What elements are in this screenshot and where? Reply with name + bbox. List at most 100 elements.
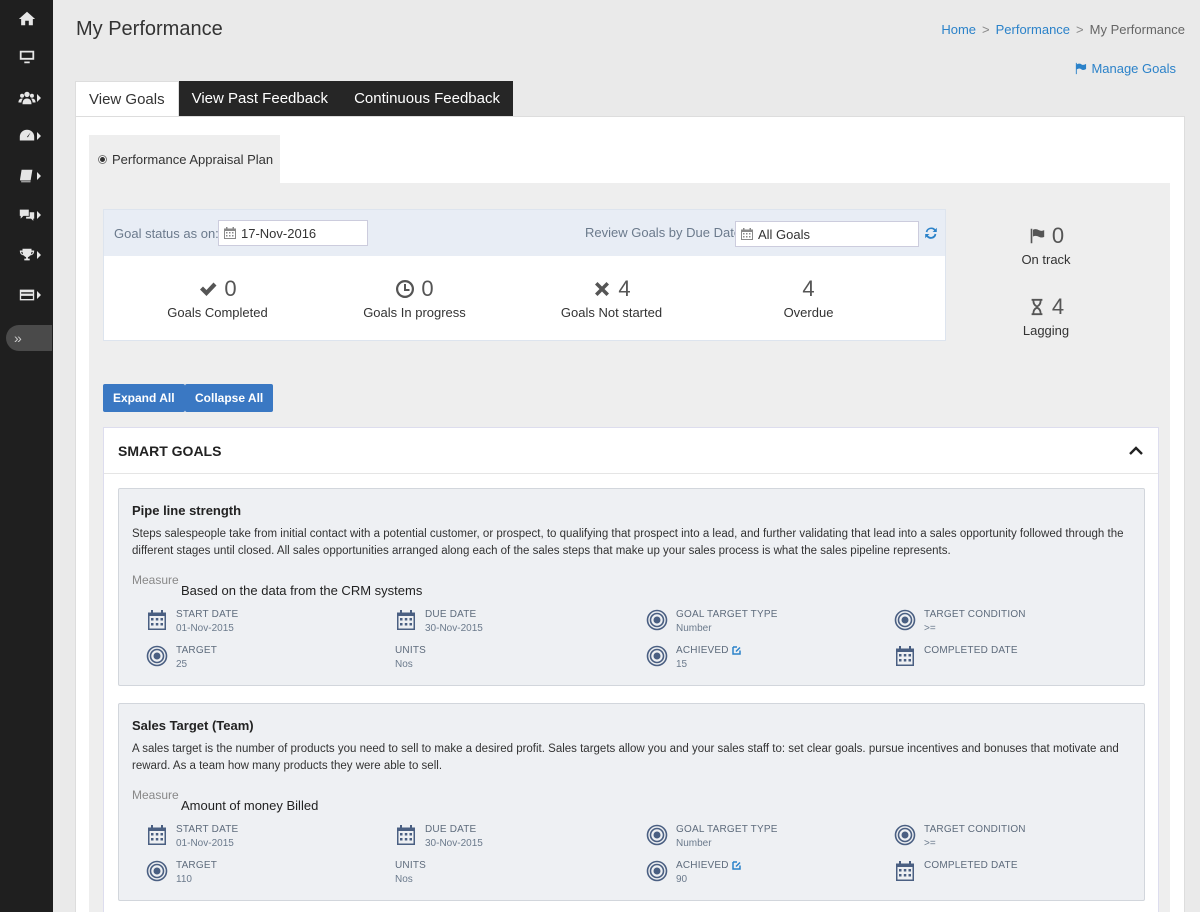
calendar-icon: [741, 228, 753, 240]
page-title: My Performance: [76, 18, 223, 40]
sidebar-item-users[interactable]: [0, 79, 53, 117]
calendar-icon: [896, 861, 914, 881]
field-achieved: ACHIEVED 15: [646, 645, 741, 670]
calendar-icon: [397, 610, 415, 630]
target-icon: [646, 609, 668, 631]
field-goal-target-type: GOAL TARGET TYPE Number: [646, 609, 778, 634]
field-units: UNITS Nos: [395, 860, 426, 885]
field-label: DUE DATE: [425, 609, 477, 620]
field-label: START DATE: [176, 609, 239, 620]
field-value: 25: [176, 659, 188, 670]
measure-label: Measure: [132, 788, 179, 802]
card-icon: [19, 289, 34, 301]
stat-goals-completed: 0 Goals Completed: [119, 256, 316, 340]
achieved-label: ACHIEVED: [676, 645, 729, 656]
goal-status-date-input[interactable]: 17-Nov-2016: [218, 220, 368, 246]
field-start-date: START DATE 01-Nov-2015: [146, 824, 238, 849]
sidebar-toggle-button[interactable]: »: [6, 325, 52, 351]
stat-goals-in-progress: 0 Goals In progress: [316, 256, 513, 340]
breadcrumb-performance-link[interactable]: Performance: [996, 22, 1070, 37]
hourglass-icon: [1031, 298, 1043, 316]
review-goals-label: Review Goals by Due Date:: [585, 225, 745, 240]
breadcrumb-home-link[interactable]: Home: [941, 22, 976, 37]
x-icon: [595, 282, 610, 296]
chevron-up-icon[interactable]: [1128, 443, 1144, 459]
manage-goals-link[interactable]: Manage Goals: [1074, 61, 1176, 76]
smart-goals-title: SMART GOALS: [118, 442, 222, 459]
stat-count: 0: [224, 276, 237, 301]
breadcrumb-separator: >: [982, 22, 990, 37]
field-units: UNITS Nos: [395, 645, 426, 670]
calendar-icon: [397, 825, 415, 845]
collapse-all-button[interactable]: Collapse All: [185, 384, 274, 412]
chat-icon: [19, 209, 34, 221]
field-goal-target-type: GOAL TARGET TYPE Number: [646, 824, 778, 849]
field-value: Nos: [395, 659, 413, 670]
expand-all-button[interactable]: Expand All: [103, 384, 185, 412]
sidebar-item-monitor[interactable]: [0, 38, 53, 76]
calendar-icon: [224, 227, 236, 239]
measure-value: Based on the data from the CRM systems: [181, 583, 423, 598]
field-label: GOAL TARGET TYPE: [676, 609, 778, 620]
plan-radio[interactable]: [98, 154, 107, 164]
field-label: UNITS: [395, 645, 426, 656]
sidebar-item-trophy[interactable]: [0, 236, 53, 274]
sidebar-item-card[interactable]: [0, 276, 53, 314]
main-panel: Performance Appraisal Plan Goal status a…: [75, 116, 1185, 912]
measure-label: Measure: [132, 573, 179, 587]
goal-status-box: Goal status as on: 17-Nov-2016 Review Go…: [103, 209, 946, 341]
breadcrumb: Home > Performance > My Performance: [941, 22, 1185, 37]
stat-label: Lagging: [1022, 323, 1070, 338]
tab-continuous-feedback[interactable]: Continuous Feedback: [341, 81, 513, 117]
field-value: 90: [676, 874, 688, 885]
sidebar: »: [0, 0, 53, 912]
users-icon: [17, 91, 36, 105]
sidebar-item-book[interactable]: [0, 157, 53, 195]
field-value: 30-Nov-2015: [425, 623, 483, 634]
target-icon: [646, 860, 668, 882]
field-completed-date: COMPLETED DATE: [894, 645, 1018, 667]
edit-icon[interactable]: [731, 646, 741, 655]
smart-goals-header[interactable]: SMART GOALS: [104, 428, 1158, 474]
goal-status-header: Goal status as on: 17-Nov-2016 Review Go…: [104, 210, 945, 256]
field-label: COMPLETED DATE: [924, 645, 1018, 656]
flag-icon: [1030, 228, 1045, 244]
book-icon: [19, 169, 32, 183]
plan-tab-performance-appraisal[interactable]: Performance Appraisal Plan: [89, 135, 280, 183]
goal-description: A sales target is the number of products…: [132, 743, 1119, 772]
stat-label: Goals Completed: [167, 305, 268, 320]
stat-count: 0: [1051, 223, 1065, 248]
breadcrumb-current: My Performance: [1089, 22, 1185, 37]
home-icon: [18, 11, 35, 26]
field-label: TARGET: [176, 645, 218, 656]
field-value: Number: [676, 838, 712, 849]
field-label: START DATE: [176, 824, 239, 835]
tab-view-goals[interactable]: View Goals: [75, 81, 179, 117]
refresh-icon[interactable]: [924, 226, 938, 240]
field-completed-date: COMPLETED DATE: [894, 860, 1018, 882]
field-label: ACHIEVED: [676, 645, 741, 656]
field-value: Number: [676, 623, 712, 634]
field-value: Nos: [395, 874, 413, 885]
goal-title: Sales Target (Team): [132, 718, 254, 733]
field-achieved: ACHIEVED 90: [646, 860, 741, 885]
edit-icon[interactable]: [731, 861, 741, 870]
goal-description: Steps salespeople take from initial cont…: [132, 528, 1124, 557]
field-due-date: DUE DATE 30-Nov-2015: [395, 609, 483, 634]
sidebar-item-chat[interactable]: [0, 196, 53, 234]
stat-on-track: 0 On track: [986, 223, 1106, 267]
target-icon: [646, 824, 668, 846]
sidebar-item-dashboard[interactable]: [0, 117, 53, 155]
tab-bar: View Goals View Past Feedback Continuous…: [75, 81, 513, 117]
stat-count: 0: [421, 276, 434, 301]
field-value: 110: [176, 874, 192, 885]
field-due-date: DUE DATE 30-Nov-2015: [395, 824, 483, 849]
review-goals-select[interactable]: All Goals: [735, 221, 919, 247]
tab-view-past-feedback[interactable]: View Past Feedback: [178, 81, 342, 117]
trophy-icon: [19, 248, 34, 261]
stat-goals-not-started: 4 Goals Not started: [513, 256, 710, 340]
measure-value: Amount of money Billed: [181, 798, 319, 813]
stat-label: Goals In progress: [363, 305, 466, 320]
sidebar-item-home[interactable]: [0, 0, 53, 38]
stat-count: 4: [1051, 294, 1065, 319]
